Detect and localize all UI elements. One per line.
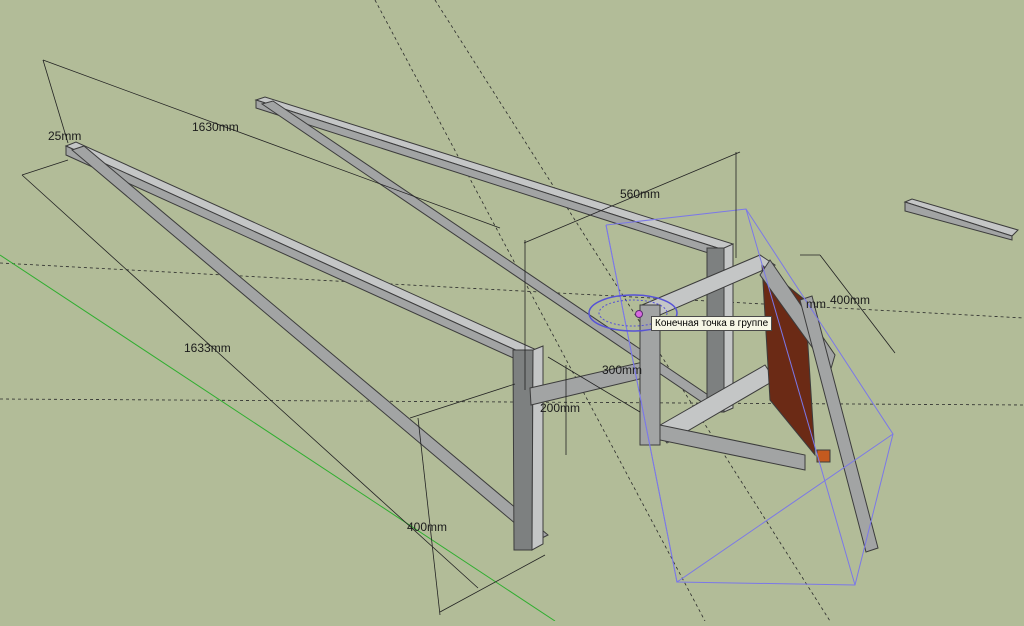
beam-left-post-side — [531, 345, 544, 551]
inference-tooltip: Конечная точка в группе — [651, 316, 773, 331]
dim-1630[interactable] — [42, 59, 501, 229]
dimension-label-560mm[interactable]: 560mm — [620, 187, 660, 201]
beam-right-top-rail-side — [255, 99, 725, 259]
dimension-label-200mm[interactable]: 200mm — [540, 401, 580, 415]
beam-right-top-rail[interactable] — [254, 96, 735, 251]
beam-left-diagonal[interactable] — [70, 145, 549, 542]
dimension-label-400mm-right[interactable]: 400mm — [830, 293, 870, 307]
model-canvas[interactable] — [0, 0, 1024, 622]
beam-left-post-front[interactable] — [512, 349, 534, 551]
dimension-label-25mm[interactable]: 25mm — [48, 129, 81, 143]
dimension-label-partial-mm[interactable]: mm — [806, 297, 826, 311]
loose-beam[interactable] — [903, 198, 1019, 237]
loose-beam-side — [904, 201, 1013, 241]
dimension-label-300mm[interactable]: 300mm — [602, 363, 642, 377]
frame-bottom-plate[interactable] — [659, 424, 806, 471]
sketchup-viewport[interactable]: 25mm 1630mm 560mm 1633mm 400mm mm 300mm … — [0, 0, 1024, 622]
dimension-label-400mm-bottom[interactable]: 400mm — [407, 520, 447, 534]
endpoint-marker — [635, 310, 643, 318]
dimension-label-1633mm[interactable]: 1633mm — [184, 341, 231, 355]
dimension-label-1630mm[interactable]: 1630mm — [192, 120, 239, 134]
